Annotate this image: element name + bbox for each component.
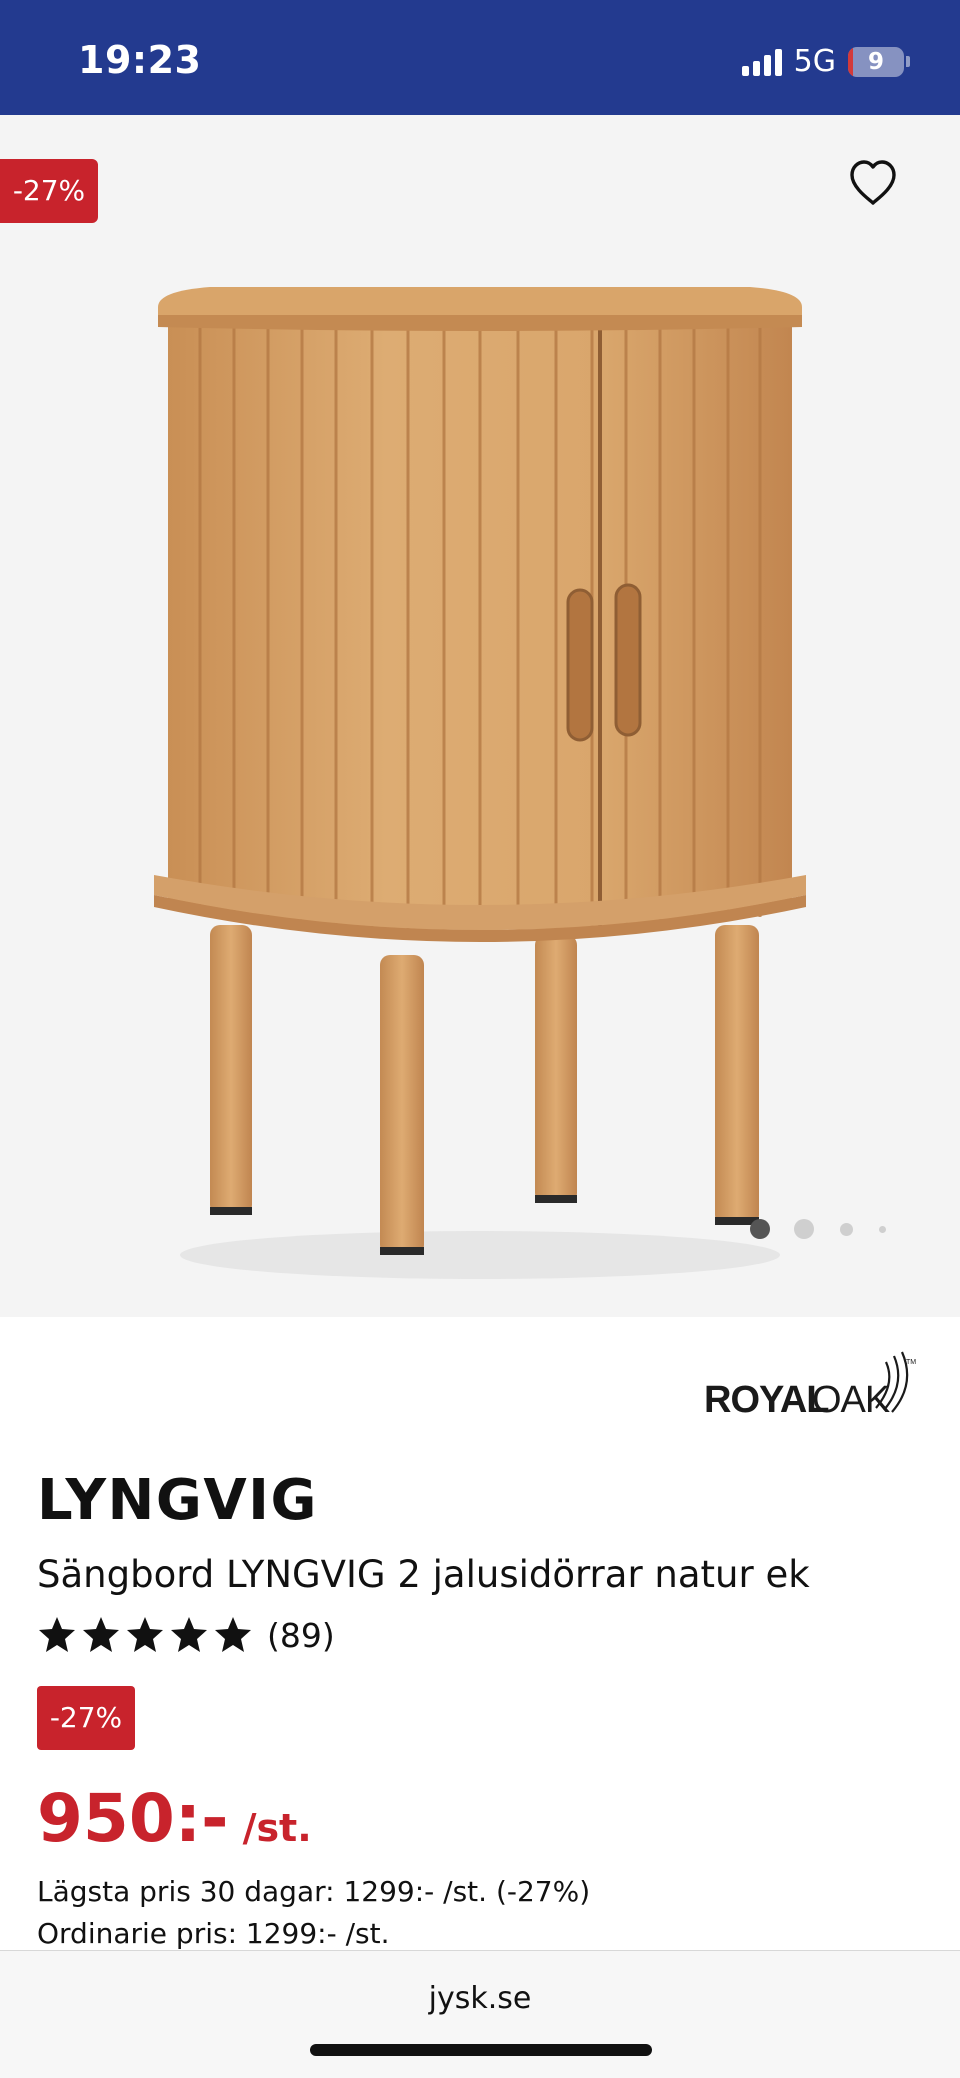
lowest-price-30-days: Lägsta pris 30 dagar: 1299:- /st. (-27%) xyxy=(37,1875,591,1908)
price-value: 950:- xyxy=(37,1780,229,1857)
svg-text:ROYAL: ROYAL xyxy=(704,1379,829,1421)
battery-percent: 9 xyxy=(867,48,884,75)
product-image-gallery[interactable]: -27% xyxy=(0,115,960,1317)
product-title: LYNGVIG xyxy=(37,1468,318,1533)
product-image[interactable] xyxy=(150,235,810,1295)
star-icon xyxy=(215,1617,251,1652)
battery-tip xyxy=(906,56,910,67)
carousel-dot[interactable] xyxy=(794,1219,814,1239)
product-rating[interactable]: (89) xyxy=(37,1615,335,1655)
svg-text:TM: TM xyxy=(906,1359,916,1366)
star-icon xyxy=(39,1617,75,1652)
heart-outline-icon[interactable] xyxy=(848,159,898,207)
home-indicator[interactable] xyxy=(310,2044,652,2056)
star-icon xyxy=(127,1617,163,1652)
url-text[interactable]: jysk.se xyxy=(0,1981,960,2016)
royal-oak-logo: ROYAL OAK TM xyxy=(704,1351,916,1421)
product-subtitle: Sängbord LYNGVIG 2 jalusidörrar natur ek xyxy=(37,1553,810,1596)
svg-text:OAK: OAK xyxy=(812,1379,890,1421)
carousel-dot[interactable] xyxy=(840,1223,853,1236)
carousel-dot[interactable] xyxy=(879,1226,886,1233)
star-icon xyxy=(83,1617,119,1652)
status-time: 19:23 xyxy=(78,38,202,82)
browser-url-bar[interactable]: jysk.se xyxy=(0,1950,960,2078)
signal-bars-icon xyxy=(741,48,782,76)
carousel-dot-active[interactable] xyxy=(750,1219,770,1239)
price-unit: /st. xyxy=(242,1806,312,1850)
price: 950:- /st. xyxy=(37,1780,312,1857)
ordinary-price: Ordinarie pris: 1299:- /st. xyxy=(37,1917,390,1950)
review-count[interactable]: (89) xyxy=(267,1616,335,1655)
status-bar: 19:23 5G 9 xyxy=(0,0,960,115)
discount-tag: -27% xyxy=(0,159,98,223)
network-type: 5G xyxy=(793,44,836,79)
discount-badge: -27% xyxy=(37,1686,135,1750)
star-icon xyxy=(171,1617,207,1652)
status-icons: 5G 9 xyxy=(741,44,910,79)
battery-icon: 9 xyxy=(848,46,904,77)
rating-stars xyxy=(37,1615,253,1655)
